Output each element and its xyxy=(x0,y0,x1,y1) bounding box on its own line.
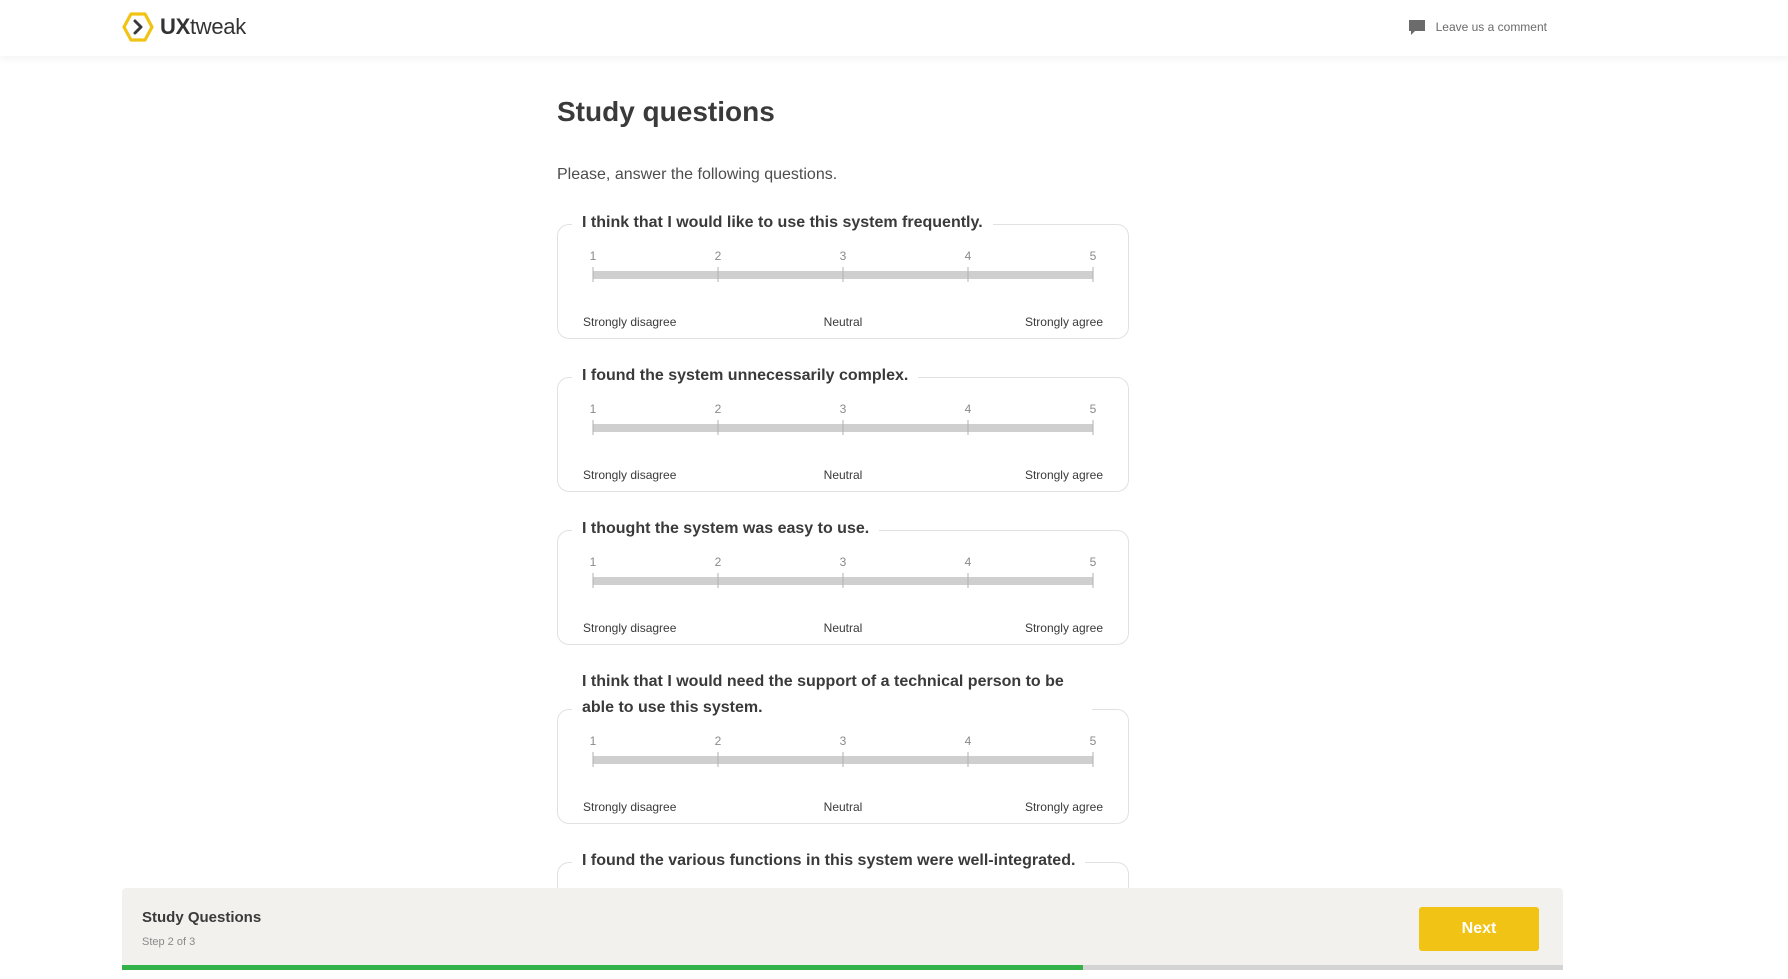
scale-tick xyxy=(592,573,594,588)
scale-tick xyxy=(592,267,594,282)
question-text: I think that I would need the support of… xyxy=(572,669,1092,721)
scale-point-5: 5 xyxy=(1089,555,1097,569)
question-text: I found the system unnecessarily complex… xyxy=(572,363,919,389)
question-card: I thought the system was easy to use. 1 … xyxy=(557,516,1129,645)
scale-tick xyxy=(1092,573,1094,588)
intro-text: Please, answer the following questions. xyxy=(557,166,838,183)
scale-point-2: 2 xyxy=(714,402,722,416)
question-text: I found the various functions in this sy… xyxy=(572,848,1086,874)
progress-bar xyxy=(122,965,1563,970)
next-button[interactable]: Next xyxy=(1419,907,1539,951)
scale-tick xyxy=(717,752,719,767)
scale-point-4: 4 xyxy=(964,402,972,416)
scale-label-mid: Neutral xyxy=(823,315,863,329)
scale-point-1: 1 xyxy=(589,555,597,569)
scale-tick xyxy=(842,573,844,588)
logo-text: UXtweak xyxy=(160,14,246,39)
scale-tick xyxy=(967,752,969,767)
scale-label-high: Strongly agree xyxy=(1024,315,1103,329)
scale-tick xyxy=(717,267,719,282)
scale-tick xyxy=(1092,420,1094,435)
scale-point-3: 3 xyxy=(839,249,847,263)
question-card: I think that I would like to use this sy… xyxy=(557,210,1129,339)
scale-point-5: 5 xyxy=(1089,402,1097,416)
scale-point-4: 4 xyxy=(964,555,972,569)
scale-tick xyxy=(967,573,969,588)
scale-point-1: 1 xyxy=(589,249,597,263)
scale-label-high: Strongly agree xyxy=(1024,800,1103,814)
logo-icon xyxy=(122,11,154,43)
scale-label-low: Strongly disagree xyxy=(583,800,677,814)
scale-point-3: 3 xyxy=(839,734,847,748)
uxtweak-logo[interactable]: UXtweak xyxy=(122,11,246,43)
likert-scale[interactable]: 1 2 3 4 5 Strongly disagree Neutral Stro… xyxy=(583,555,1103,635)
scale-label-high: Strongly agree xyxy=(1024,468,1103,482)
likert-scale[interactable]: 1 2 3 4 5 Strongly disagree Neutral Stro… xyxy=(583,402,1103,482)
scale-label-mid: Neutral xyxy=(823,468,863,482)
scale-tick xyxy=(592,420,594,435)
scale-tick xyxy=(842,420,844,435)
scale-tick xyxy=(967,267,969,282)
scale-tick xyxy=(842,267,844,282)
scale-label-low: Strongly disagree xyxy=(583,468,677,482)
scale-point-4: 4 xyxy=(964,734,972,748)
question-text: I thought the system was easy to use. xyxy=(572,516,880,542)
page-title: Study questions xyxy=(557,96,775,127)
scale-tick xyxy=(1092,752,1094,767)
top-header: UXtweak Leave us a comment xyxy=(0,0,1788,56)
scale-point-3: 3 xyxy=(839,555,847,569)
question-text: I think that I would like to use this sy… xyxy=(572,210,993,236)
study-footer: Study Questions Step 2 of 3 Next xyxy=(122,888,1563,970)
question-card: I think that I would need the support of… xyxy=(557,669,1129,824)
scale-tick xyxy=(717,420,719,435)
scale-point-1: 1 xyxy=(589,402,597,416)
leave-comment-link[interactable]: Leave us a comment xyxy=(1408,18,1547,36)
scale-label-low: Strongly disagree xyxy=(583,315,677,329)
question-card: I found the system unnecessarily complex… xyxy=(557,363,1129,492)
scale-tick xyxy=(967,420,969,435)
scale-tick xyxy=(842,752,844,767)
scale-point-4: 4 xyxy=(964,249,972,263)
likert-scale[interactable]: 1 2 3 4 5 Strongly disagree Neutral Stro… xyxy=(583,734,1103,814)
speech-bubble-icon xyxy=(1408,18,1426,36)
scale-label-high: Strongly agree xyxy=(1024,621,1103,635)
scale-point-2: 2 xyxy=(714,734,722,748)
scale-point-5: 5 xyxy=(1089,249,1097,263)
step-indicator: Step 2 of 3 xyxy=(142,936,196,948)
scale-label-mid: Neutral xyxy=(823,621,863,635)
scale-point-2: 2 xyxy=(714,249,722,263)
scale-tick xyxy=(592,752,594,767)
scale-point-5: 5 xyxy=(1089,734,1097,748)
footer-title: Study Questions xyxy=(142,909,262,926)
comment-label: Leave us a comment xyxy=(1435,20,1547,34)
progress-fill xyxy=(122,965,1084,970)
likert-scale[interactable]: 1 2 3 4 5 Strongly disagree Neutral Stro… xyxy=(583,249,1103,329)
scale-point-1: 1 xyxy=(589,734,597,748)
scale-label-mid: Neutral xyxy=(823,800,863,814)
scale-point-3: 3 xyxy=(839,402,847,416)
scale-label-low: Strongly disagree xyxy=(583,621,677,635)
scale-point-2: 2 xyxy=(714,555,722,569)
scale-tick xyxy=(717,573,719,588)
scale-tick xyxy=(1092,267,1094,282)
